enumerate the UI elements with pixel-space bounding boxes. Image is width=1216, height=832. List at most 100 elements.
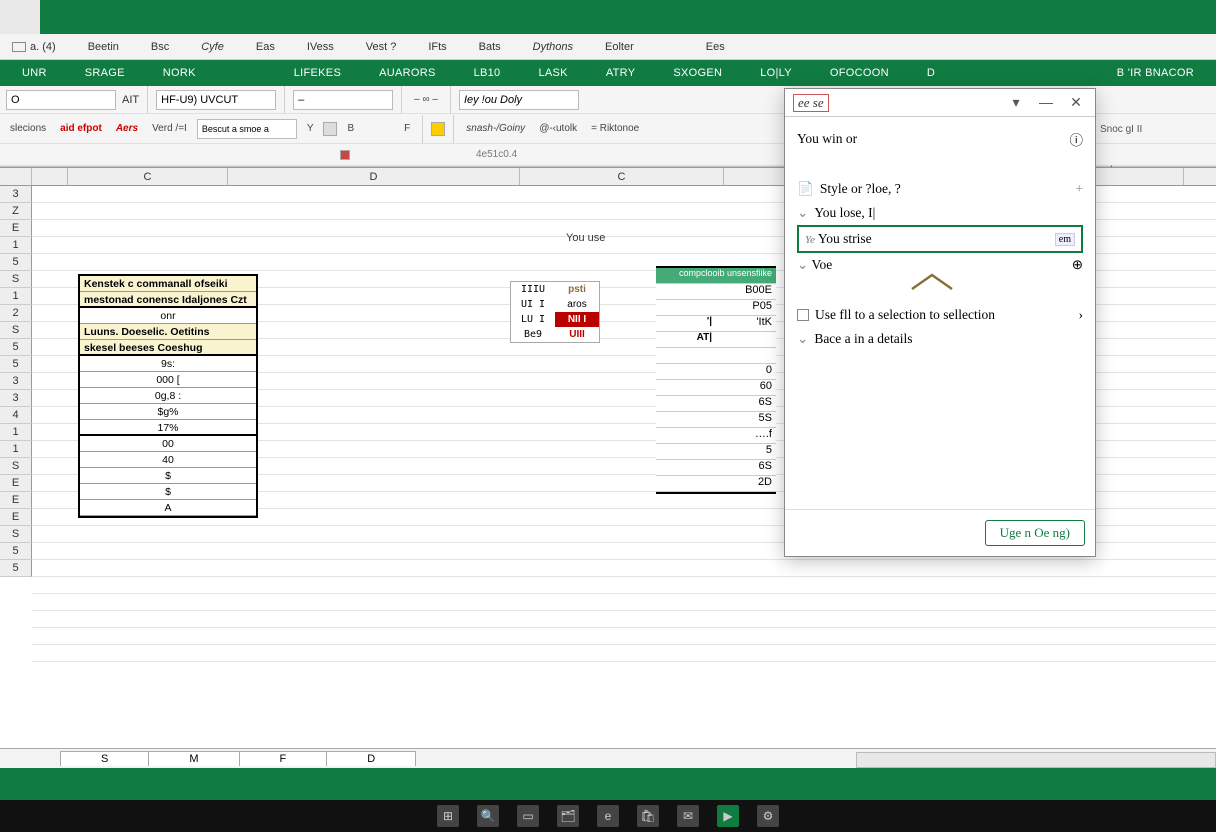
pane-row-1[interactable]: ⌄ You lose, I| [797,201,1083,225]
row-header[interactable]: 3 [0,390,32,407]
tab-0[interactable]: UNR [4,63,65,83]
row-header[interactable]: 5 [0,254,32,271]
rb-b[interactable]: B [343,122,358,135]
row-header[interactable]: S [0,458,32,475]
rb-0[interactable]: slecions [6,122,50,135]
pane-row-selected[interactable]: Ye You strise em [797,225,1083,253]
minimize-button[interactable]: — [1035,94,1057,112]
rb-rikt[interactable]: = Riktonoe [587,122,643,135]
qa-item-9[interactable]: Eolter [601,39,638,55]
taskbar-excel-icon[interactable]: ▶ [717,805,739,827]
qa-item-8[interactable]: Dythons [529,39,577,55]
row-header[interactable]: E [0,475,32,492]
row-header[interactable]: 4 [0,407,32,424]
sheet-tab-2[interactable]: F [239,751,328,766]
horizontal-scrollbar[interactable] [856,752,1216,768]
tab-7[interactable]: Atry [588,63,654,83]
qa-item-0[interactable]: Beetin [84,39,123,55]
taskbar-mail-icon[interactable]: ✉ [677,805,699,827]
dropdown-button[interactable]: ▾ [1005,94,1027,112]
name-box[interactable] [6,90,116,110]
sheet-tab-0[interactable]: S [60,751,149,766]
qa-item-3[interactable]: Eas [252,39,279,55]
tab-3[interactable]: LIFEKES [276,63,359,83]
tab-2[interactable]: NORK [145,63,214,83]
row-header[interactable]: 1 [0,424,32,441]
rb-1[interactable]: aid efpot [56,122,106,135]
row-header[interactable]: 5 [0,339,32,356]
quick-access-toolbar: a. (4) Beetin Bsc Cyfe Eas IVess Vest ? … [0,34,1216,60]
ribbon-combo-1[interactable] [156,90,276,110]
chevron-right-icon[interactable]: › [1079,307,1084,323]
row-header[interactable]: E [0,509,32,526]
row-header[interactable]: E [0,220,32,237]
pane-row-4[interactable]: Use fll to a selection to sellection › [797,303,1083,327]
taskbar-edge-icon[interactable]: e [597,805,619,827]
col-header-first[interactable] [32,168,68,185]
tab-5[interactable]: LB10 [456,63,519,83]
ribbon-dash[interactable]: – ∞ – [410,93,442,106]
row-header[interactable]: 3 [0,373,32,390]
row-header[interactable]: 1 [0,288,32,305]
row-header[interactable]: 5 [0,543,32,560]
row-header[interactable]: S [0,526,32,543]
pane-row-0[interactable]: 📄 Style or ?loe, ? + [797,177,1083,201]
add-icon[interactable]: ⊕ [1072,257,1083,273]
rb-search[interactable]: snash-/Goiny [462,122,529,135]
qa-item-6[interactable]: IFts [424,39,450,55]
row-header[interactable]: 5 [0,560,32,577]
ribbon-icon[interactable] [323,122,337,136]
row-header[interactable]: 3 [0,186,32,203]
rb-utolk[interactable]: @-‹utolk [535,122,581,135]
taskbar-taskview-icon[interactable]: ▭ [517,805,539,827]
row-header[interactable]: Z [0,203,32,220]
row-header[interactable]: 1 [0,237,32,254]
pane-row-5[interactable]: ⌄ Bace a in a details [797,327,1083,351]
ribbon-combo-2[interactable] [293,90,393,110]
tab-1[interactable]: SRAGE [67,63,143,83]
sheet-tab-3[interactable]: D [326,751,416,766]
table-row: 5 [656,444,776,460]
select-all-cell[interactable] [0,168,32,185]
row-header[interactable]: 2 [0,305,32,322]
qa-item-10[interactable]: Ees [702,39,729,55]
taskbar-explorer-icon[interactable]: 🗂 [557,805,579,827]
col-header-c2[interactable]: C [520,168,724,185]
highlight-icon[interactable] [431,122,445,136]
info-icon[interactable]: ⓘ [1070,129,1084,149]
tab-right[interactable]: B 'ir bNacor [1099,63,1212,83]
taskbar-store-icon[interactable]: 🛍 [637,805,659,827]
ribbon-input-2[interactable] [197,119,297,139]
rb-3[interactable]: Verd /=I [148,122,191,135]
tab-6[interactable]: LASK [520,63,585,83]
ribbon-combo-3[interactable] [459,90,579,110]
row-header[interactable]: 5 [0,356,32,373]
rb-2[interactable]: Aers [112,122,142,135]
rb-y[interactable]: Y [303,122,318,135]
tab-10[interactable]: Ofocoon [812,63,907,83]
taskbar-settings-icon[interactable]: ⚙ [757,805,779,827]
qa-item-5[interactable]: Vest ? [362,39,401,55]
pane-primary-button[interactable]: Uge n Oe ng) [985,520,1085,546]
checkbox-icon[interactable] [797,309,809,321]
taskbar-start-icon[interactable]: ⊞ [437,805,459,827]
row-header[interactable]: S [0,271,32,288]
tab-8[interactable]: Sxogen [655,63,740,83]
tab-4[interactable]: AUARORS [361,63,454,83]
row-header[interactable]: S [0,322,32,339]
col-header-c[interactable]: C [68,168,228,185]
row-header[interactable]: 1 [0,441,32,458]
qa-item-1[interactable]: Bsc [147,39,173,55]
qa-item-2[interactable]: Cyfe [197,39,228,55]
qa-item-4[interactable]: IVess [303,39,338,55]
taskbar-search-icon[interactable]: 🔍 [477,805,499,827]
tab-11[interactable]: D [909,63,953,83]
plus-icon[interactable]: + [1075,181,1083,197]
close-button[interactable]: ✕ [1065,94,1087,112]
qa-item-7[interactable]: Bats [475,39,505,55]
sheet-tab-1[interactable]: M [148,751,239,766]
tab-9[interactable]: Lo|ly [742,63,810,83]
row-header[interactable]: E [0,492,32,509]
col-header-d[interactable]: D [228,168,520,185]
rb-f[interactable]: F [400,122,414,135]
